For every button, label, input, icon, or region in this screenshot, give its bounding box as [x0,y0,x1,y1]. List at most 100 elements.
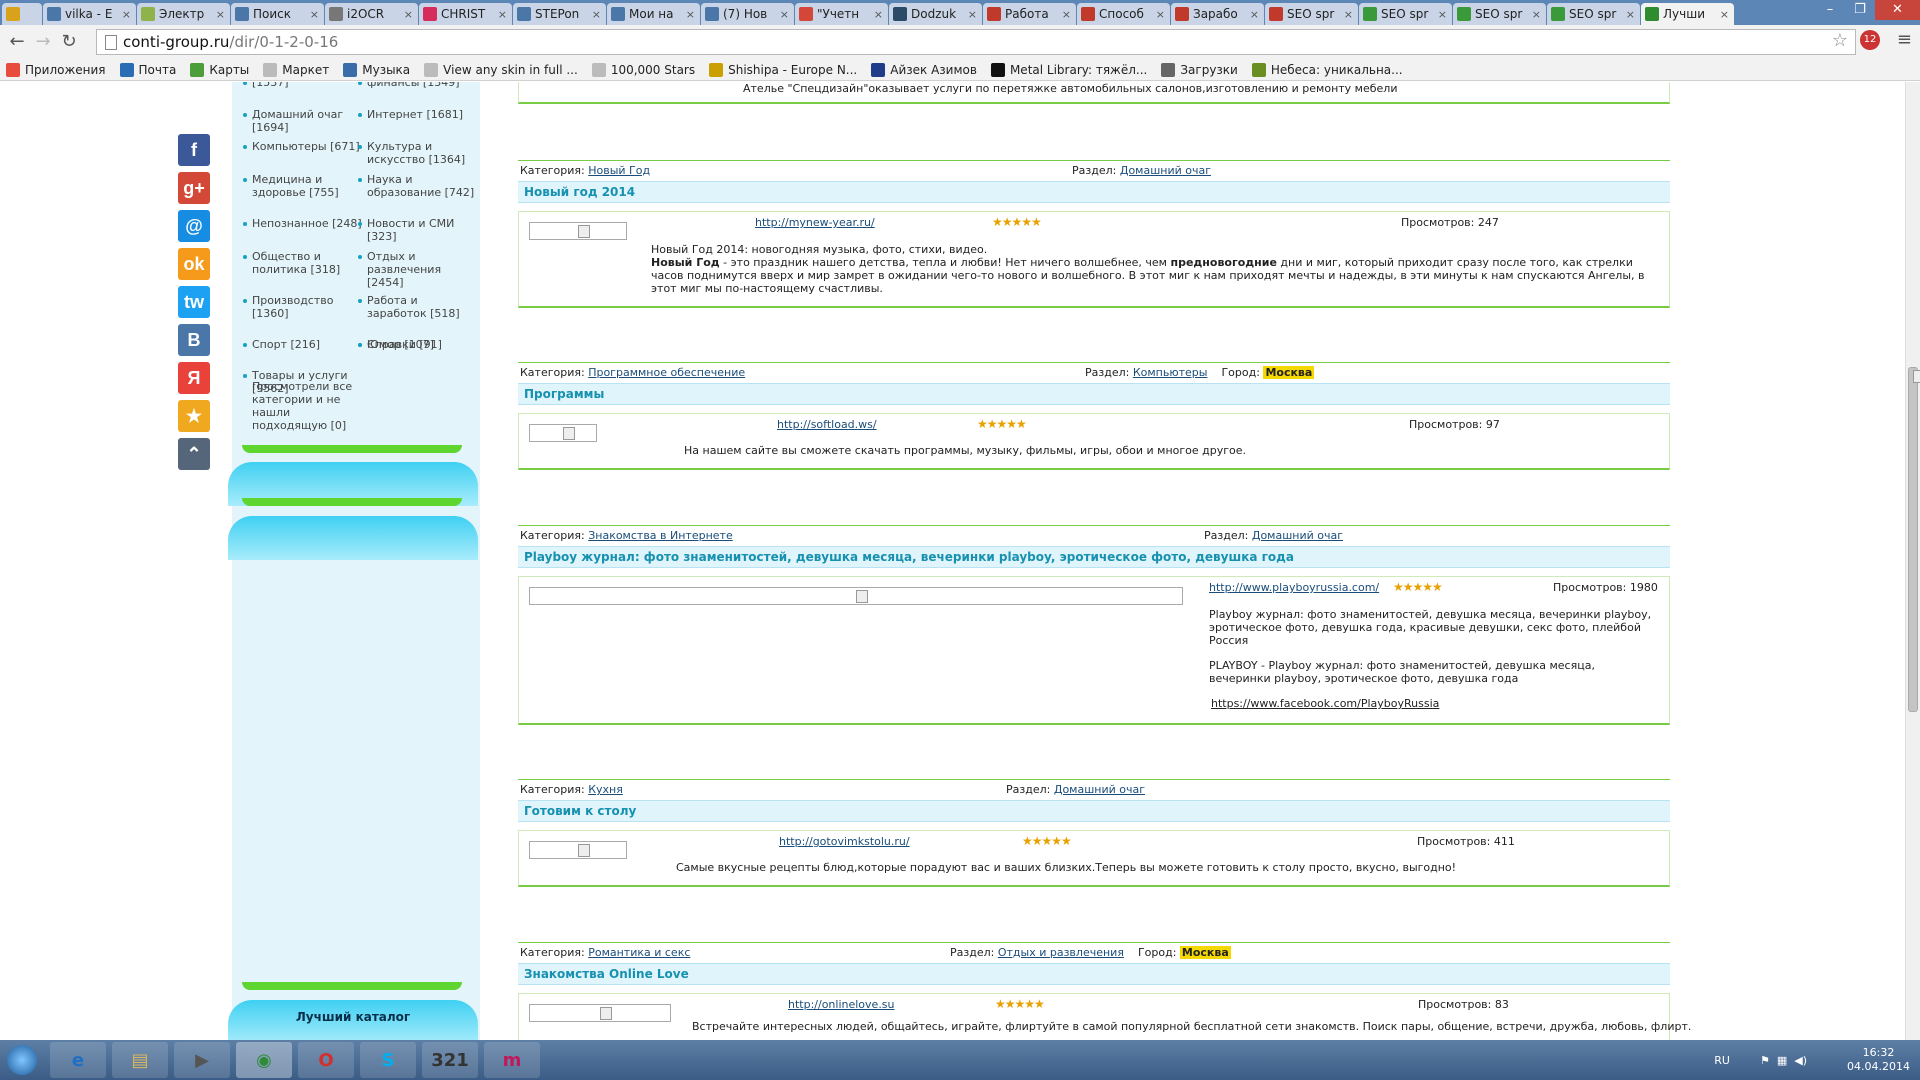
media-player-icon[interactable]: ▶ [174,1042,230,1078]
favorites-star-icon[interactable]: ★ [178,400,210,432]
tab-close-icon[interactable]: × [216,8,225,21]
media-classic-icon[interactable]: 321 [422,1042,478,1078]
site-url-link[interactable]: http://mynew-year.ru/ [755,216,875,229]
site-url-link[interactable]: http://onlinelove.su [788,998,895,1011]
menu-icon[interactable]: ≡ [1897,29,1912,50]
chrome-icon[interactable]: ◉ [236,1042,292,1078]
category-link[interactable]: Новый Год [588,164,650,177]
back-arrow-icon[interactable]: ← [4,29,30,55]
browser-tab[interactable]: SEO spr × [1265,3,1358,25]
tab-close-icon[interactable]: × [498,8,507,21]
section-link[interactable]: Домашний очаг [1054,783,1145,796]
tab-close-icon[interactable]: × [1156,8,1165,21]
category-link[interactable]: Непознанное [248] [243,217,362,230]
flag-icon[interactable]: ⚑ [1760,1054,1770,1067]
site-thumbnail[interactable] [529,424,597,442]
player-icon[interactable]: m [484,1042,540,1078]
browser-tab[interactable] [2,3,42,25]
browser-tab[interactable]: "Учетн × [795,3,888,25]
site-url-link[interactable]: http://gotovimkstolu.ru/ [779,835,910,848]
vertical-scrollbar[interactable] [1905,82,1920,1040]
browser-tab[interactable]: i2OCR × [325,3,418,25]
bookmark-item[interactable]: 100,000 Stars [591,62,695,77]
volume-icon[interactable]: ◀) [1794,1054,1807,1067]
category-link[interactable]: Новости и СМИ [323] [358,217,477,243]
bookmark-item[interactable]: Shishipa - Europe N... [709,62,857,77]
category-link[interactable]: Кухня [588,783,623,796]
site-url-link[interactable]: http://softload.ws/ [777,418,877,431]
browser-tab[interactable]: Работа × [983,3,1076,25]
scroll-up-icon[interactable]: ⌃ [178,438,210,470]
browser-tab[interactable]: Способ × [1077,3,1170,25]
tab-close-icon[interactable]: × [1250,8,1259,21]
yandex-icon[interactable]: Я [178,362,210,394]
browser-tab[interactable]: Лучши × [1641,3,1734,25]
site-thumbnail[interactable] [529,841,627,859]
browser-tab[interactable]: Зарабо × [1171,3,1264,25]
bookmark-item[interactable]: Карты [190,62,249,77]
browser-tab[interactable]: vilka - E × [43,3,136,25]
unfound-category-link[interactable]: Просмотрели все категории и не нашли под… [252,380,357,432]
city-badge[interactable]: Москва [1179,946,1231,959]
facebook-icon[interactable]: f [178,134,210,166]
tab-close-icon[interactable]: × [1344,8,1353,21]
language-indicator[interactable]: RU [1714,1054,1730,1067]
odnoklassniki-icon[interactable]: ok [178,248,210,280]
start-button[interactable] [0,1040,44,1080]
browser-tab[interactable]: SEO spr × [1359,3,1452,25]
bookmark-item[interactable]: Metal Library: тяжёл... [990,62,1147,77]
rating-stars[interactable]: ★★★★★ [977,417,1027,431]
clock[interactable]: 16:32 04.04.2014 [1847,1046,1910,1074]
section-link[interactable]: Домашний очаг [1120,164,1211,177]
skype-icon[interactable]: S [360,1042,416,1078]
maximize-button[interactable]: ❐ [1845,0,1875,20]
tab-close-icon[interactable]: × [780,8,789,21]
bookmark-item[interactable]: Почта [119,62,176,77]
browser-tab[interactable]: STEPon × [513,3,606,25]
rating-stars[interactable]: ★★★★★ [1022,834,1072,848]
browser-tab[interactable]: Dodzuk × [889,3,982,25]
bookmark-item[interactable]: Музыка [343,62,410,77]
reload-icon[interactable]: ↻ [56,29,82,55]
bookmark-item[interactable]: View any skin in full ... [424,62,578,77]
tab-close-icon[interactable]: × [1438,8,1447,21]
category-link[interactable]: Производство [1360] [243,294,362,320]
bookmark-item[interactable]: Приложения [6,62,106,77]
category-link[interactable]: Романтика и секс [588,946,690,959]
tab-close-icon[interactable]: × [122,8,131,21]
tab-close-icon[interactable]: × [968,8,977,21]
category-link[interactable]: Общество и политика [318] [243,250,362,276]
tab-close-icon[interactable]: × [404,8,413,21]
rating-stars[interactable]: ★★★★★ [1393,580,1443,594]
extension-badge[interactable]: 12 [1860,30,1880,50]
browser-tab[interactable]: (7) Нов × [701,3,794,25]
category-link[interactable]: Культура и искусство [1364] [358,140,477,166]
bookmark-item[interactable]: Маркет [263,62,329,77]
opera-icon[interactable]: O [298,1042,354,1078]
tab-close-icon[interactable]: × [310,8,319,21]
site-thumbnail[interactable] [529,222,627,240]
rating-stars[interactable]: ★★★★★ [992,215,1042,229]
category-link[interactable]: Домашний очаг [1694] [243,108,362,134]
category-link[interactable]: [1537] [243,82,362,89]
forward-arrow-icon[interactable]: → [30,29,56,55]
bookmark-star-icon[interactable]: ☆ [1832,30,1848,51]
city-badge[interactable]: Москва [1263,366,1315,379]
browser-tab[interactable]: CHRIST × [419,3,512,25]
category-link[interactable]: Интернет [1681] [358,108,477,121]
ie-icon[interactable]: e [50,1042,106,1078]
tab-close-icon[interactable]: × [1626,8,1635,21]
mail-ru-icon[interactable]: @ [178,210,210,242]
section-link[interactable]: Компьютеры [1133,366,1208,379]
bookmark-item[interactable]: Айзек Азимов [871,62,977,77]
tab-close-icon[interactable]: × [1532,8,1541,21]
browser-tab[interactable]: SEO spr × [1453,3,1546,25]
category-link[interactable]: Знакомства в Интернете [588,529,733,542]
category-link[interactable]: Отдых и развлечения [2454] [358,250,477,289]
close-window-button[interactable]: ✕ [1875,0,1920,20]
twitter-icon[interactable]: tw [178,286,210,318]
tab-close-icon[interactable]: × [874,8,883,21]
listing-title[interactable]: Готовим к столу [518,800,1670,822]
site-thumbnail[interactable] [529,1004,671,1022]
category-link[interactable]: Наука и образование [742] [358,173,477,199]
